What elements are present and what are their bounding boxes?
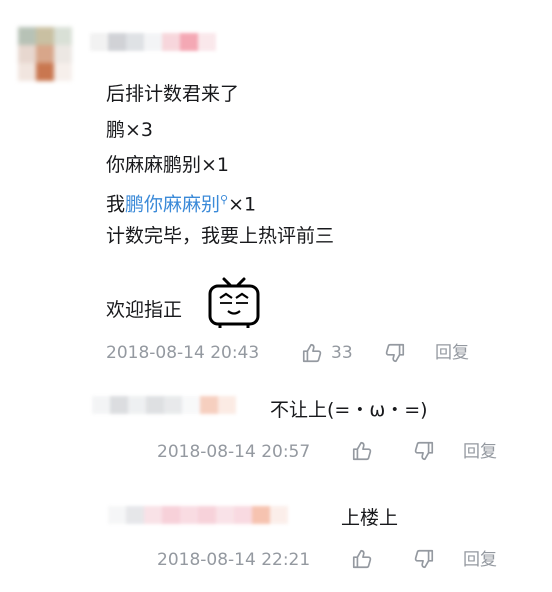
comment-line-4: 我鹏你麻麻别⚲×1: [106, 188, 256, 216]
reply-text-1: 不让上(=・ω・=): [270, 399, 428, 421]
reply-text-2: 上楼上: [341, 507, 399, 529]
thumb-down-icon[interactable]: [384, 342, 406, 364]
thumb-down-icon[interactable]: [413, 440, 435, 462]
thumb-up-icon[interactable]: [301, 342, 323, 364]
avatar[interactable]: [18, 27, 72, 93]
search-icon[interactable]: ⚲: [220, 193, 228, 206]
reply-avatar-blurred[interactable]: [108, 506, 288, 524]
comment-line-2: 鹏×3: [106, 119, 154, 141]
comment-line-3: 你麻麻鹏别×1: [106, 154, 230, 176]
reply-time-1: 2018-08-14 20:57: [157, 442, 311, 462]
reply-avatar-blurred[interactable]: [92, 396, 236, 414]
search-link[interactable]: 鹏你麻麻别: [125, 193, 220, 215]
comment-line-5: 计数完毕，我要上热评前三: [106, 225, 335, 247]
reply-button[interactable]: 回复: [463, 441, 497, 463]
comment-line-6: 欢迎指正: [106, 299, 183, 321]
like-count: 33: [331, 343, 353, 363]
username-blurred[interactable]: [90, 33, 216, 51]
comment-line-1: 后排计数君来了: [106, 83, 240, 105]
tv-emoji-icon: [206, 276, 262, 330]
comment-line-4-suffix: ×1: [228, 193, 257, 216]
thumb-up-icon[interactable]: [351, 548, 373, 570]
reply-time-2: 2018-08-14 22:21: [157, 550, 311, 570]
thumb-up-icon[interactable]: [351, 440, 373, 462]
thumb-down-icon[interactable]: [413, 548, 435, 570]
comment-time: 2018-08-14 20:43: [106, 343, 260, 363]
reply-button[interactable]: 回复: [463, 549, 497, 571]
comment-line-4-prefix: 我: [106, 193, 126, 216]
reply-button[interactable]: 回复: [435, 342, 469, 364]
